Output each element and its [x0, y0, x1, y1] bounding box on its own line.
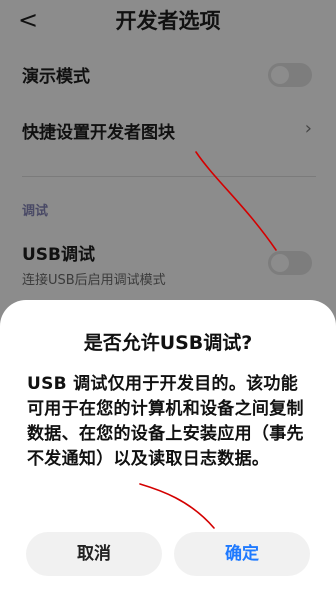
section-header-debug: 调试	[22, 204, 49, 219]
dialog-title: 是否允许USB调试?	[83, 332, 253, 354]
chevron-right-icon: ›	[304, 118, 312, 139]
cancel-button[interactable]: 取消	[26, 532, 162, 576]
toggle-knob	[271, 254, 289, 272]
home-indicator	[0, 592, 336, 598]
dialog-message: USB 调试仅用于开发目的。该功能可用于在您的计算机和设备之间复制数据、在您的设…	[27, 374, 304, 469]
confirm-button[interactable]: 确定	[174, 532, 310, 576]
usb-debug-dialog: 是否允许USB调试? USB 调试仅用于开发目的。该功能可用于在您的计算机和设备…	[0, 300, 336, 598]
demo-mode-toggle[interactable]	[268, 63, 312, 87]
demo-mode-label: 演示模式	[22, 67, 90, 87]
demo-mode-row[interactable]: 演示模式	[22, 62, 316, 90]
usb-debug-row[interactable]: USB调试 连接USB后启用调试模式	[22, 240, 316, 290]
page-title: 开发者选项	[115, 9, 221, 33]
quick-tiles-row[interactable]: 快捷设置开发者图块 ›	[22, 118, 316, 146]
top-bar: < 开发者选项	[0, 0, 336, 40]
divider	[22, 176, 316, 177]
toggle-knob	[271, 66, 289, 84]
quick-tiles-label: 快捷设置开发者图块	[22, 123, 175, 143]
usb-debug-toggle[interactable]	[268, 251, 312, 275]
